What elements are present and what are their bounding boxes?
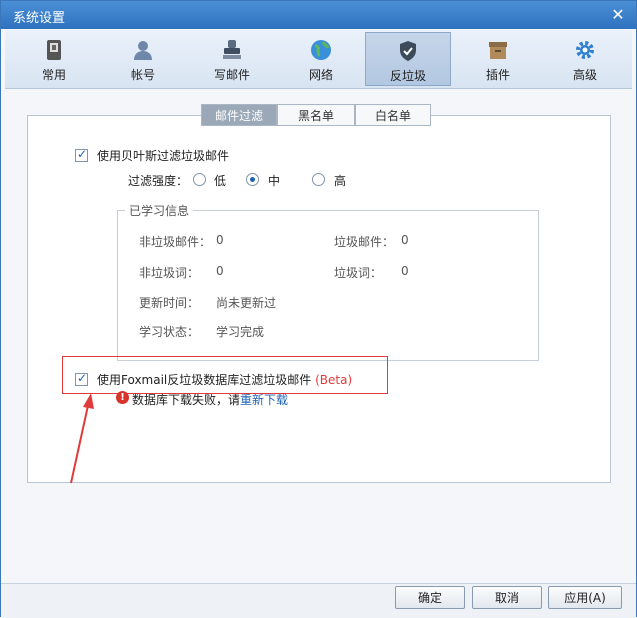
beta-badge: (Beta) (315, 373, 353, 387)
tab-antispam[interactable]: 反垃圾 (365, 32, 451, 86)
ok-button[interactable]: 确定 (395, 586, 465, 609)
subtab-mail-filter[interactable]: 邮件过滤 (201, 104, 277, 126)
gear-icon (576, 41, 594, 59)
stamp-icon (223, 40, 241, 59)
non-spam-words-label: 非垃圾词： (139, 266, 200, 280)
title-bar: 系统设置 ✕ (1, 1, 636, 29)
strength-high-radio[interactable] (312, 173, 325, 186)
learn-status-value: 学习完成 (216, 325, 265, 339)
tab-compose-label: 写邮件 (213, 68, 250, 82)
tab-network[interactable]: 网络 (278, 32, 364, 86)
db-error-text: 数据库下载失败，请 (132, 393, 241, 407)
error-icon: ! (116, 391, 129, 404)
spam-words-label: 垃圾词： (334, 266, 383, 280)
strength-label: 过滤强度： (128, 174, 189, 188)
foxmail-db-label-text: 使用Foxmail反垃圾数据库过滤垃圾邮件 (97, 373, 312, 387)
subtab-blacklist[interactable]: 黑名单 (277, 104, 355, 126)
update-time-value: 尚未更新过 (216, 296, 277, 310)
strength-medium-radio[interactable] (246, 173, 259, 186)
db-error-message: 数据库下载失败，请重新下载 (132, 391, 288, 408)
non-spam-mail-value: 0 (216, 233, 224, 247)
spam-mail-value: 0 (401, 233, 409, 247)
tab-general-label: 常用 (41, 68, 66, 82)
category-toolbar: 常用 帐号 写邮件 网络 反垃圾 插件 高级 (5, 30, 632, 89)
tab-network-label: 网络 (308, 68, 333, 82)
subtab-whitelist[interactable]: 白名单 (355, 104, 431, 126)
cancel-button[interactable]: 取消 (472, 586, 542, 609)
strength-low-label: 低 (214, 174, 227, 188)
bayes-checkbox-label: 使用贝叶斯过滤垃圾邮件 (97, 149, 230, 163)
learn-status-label: 学习状态： (139, 325, 200, 339)
foxmail-db-checkbox[interactable] (75, 371, 88, 386)
update-time-label: 更新时间： (139, 296, 200, 310)
dialog-footer: 确定 取消 应用(A) (1, 583, 636, 618)
apply-button[interactable]: 应用(A) (548, 586, 622, 609)
learned-info-title: 已学习信息 (125, 202, 194, 219)
window-title: 系统设置 (13, 11, 66, 26)
bayes-checkbox[interactable] (75, 147, 88, 162)
strength-high-label: 高 (334, 174, 347, 188)
retry-download-link[interactable]: 重新下载 (240, 393, 288, 407)
foxmail-db-label: 使用Foxmail反垃圾数据库过滤垃圾邮件 (Beta) (97, 371, 352, 388)
non-spam-words-value: 0 (216, 264, 224, 278)
tab-account-label: 帐号 (130, 68, 155, 82)
switch-icon (47, 40, 61, 60)
box-icon (489, 42, 507, 59)
tab-advanced[interactable]: 高级 (542, 32, 628, 86)
tab-plugins-label: 插件 (485, 68, 510, 82)
spam-mail-label: 垃圾邮件： (334, 235, 395, 249)
close-icon[interactable]: ✕ (608, 5, 628, 25)
globe-icon (311, 40, 331, 60)
tab-account[interactable]: 帐号 (100, 32, 186, 86)
user-icon (134, 41, 152, 60)
spam-words-value: 0 (401, 264, 409, 278)
tab-compose[interactable]: 写邮件 (189, 32, 275, 86)
strength-medium-label: 中 (268, 174, 281, 188)
non-spam-mail-label: 非垃圾邮件： (139, 235, 212, 249)
tab-antispam-label: 反垃圾 (389, 69, 426, 83)
tab-general[interactable]: 常用 (11, 32, 97, 86)
shield-icon (400, 41, 416, 61)
strength-low-radio[interactable] (193, 173, 206, 186)
tab-plugins[interactable]: 插件 (455, 32, 541, 86)
settings-window: 系统设置 ✕ 常用 帐号 写邮件 网络 反垃圾 插件 高级 邮件过滤 黑名单 白… (0, 0, 637, 618)
tab-advanced-label: 高级 (572, 68, 597, 82)
